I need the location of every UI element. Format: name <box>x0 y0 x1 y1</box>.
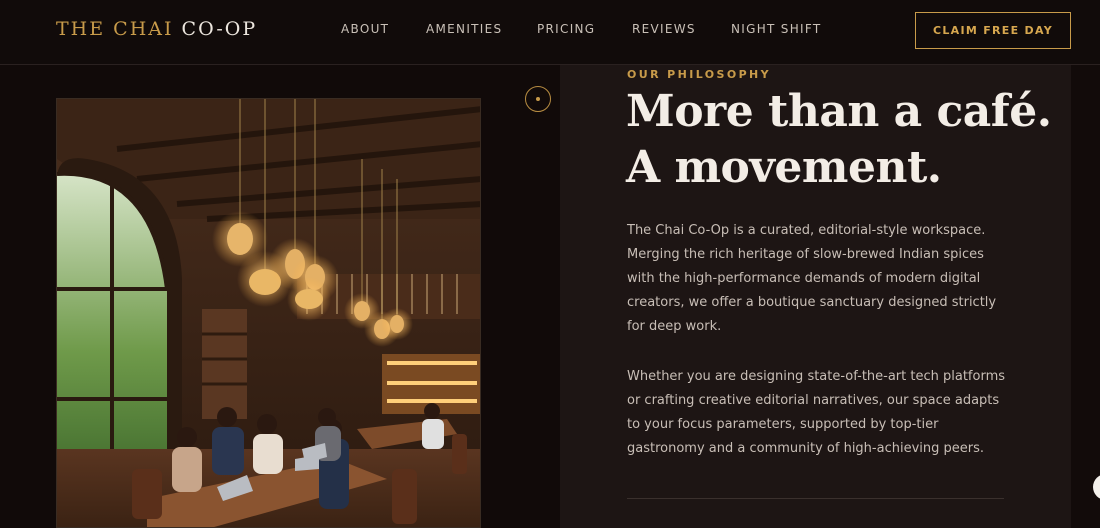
claim-free-day-button[interactable]: CLAIM FREE DAY <box>915 12 1071 49</box>
brand-logo[interactable]: THE CHAI CO-OP <box>56 18 257 40</box>
philosophy-paragraph-1: The Chai Co-Op is a curated, editorial-s… <box>627 223 997 334</box>
brand-name-rest: CO-OP <box>181 18 258 40</box>
headline-line-1: More than a café. <box>626 86 1052 137</box>
nav-link-pricing[interactable]: PRICING <box>537 22 595 36</box>
section-eyebrow: OUR PHILOSOPHY <box>627 68 772 81</box>
nav-link-amenities[interactable]: AMENITIES <box>426 22 502 36</box>
section-headline: More than a café. A movement. <box>626 84 1052 196</box>
scroll-dot-inner <box>536 97 540 101</box>
top-navigation: THE CHAI CO-OP ABOUT AMENITIES PRICING R… <box>0 0 1100 65</box>
nav-link-about[interactable]: ABOUT <box>341 22 389 36</box>
nav-link-reviews[interactable]: REVIEWS <box>632 22 696 36</box>
nav-link-night-shift[interactable]: NIGHT SHIFT <box>731 22 821 36</box>
headline-line-2: A movement. <box>626 142 942 193</box>
right-edge <box>1071 65 1100 528</box>
brand-name-accent: THE CHAI <box>56 18 174 40</box>
cafe-interior-photo <box>56 98 481 528</box>
scroll-dot-icon[interactable] <box>525 86 551 112</box>
page: THE CHAI CO-OP ABOUT AMENITIES PRICING R… <box>0 0 1100 528</box>
section-divider <box>627 498 1004 499</box>
philosophy-paragraph-2: Whether you are designing state-of-the-a… <box>627 369 1006 456</box>
